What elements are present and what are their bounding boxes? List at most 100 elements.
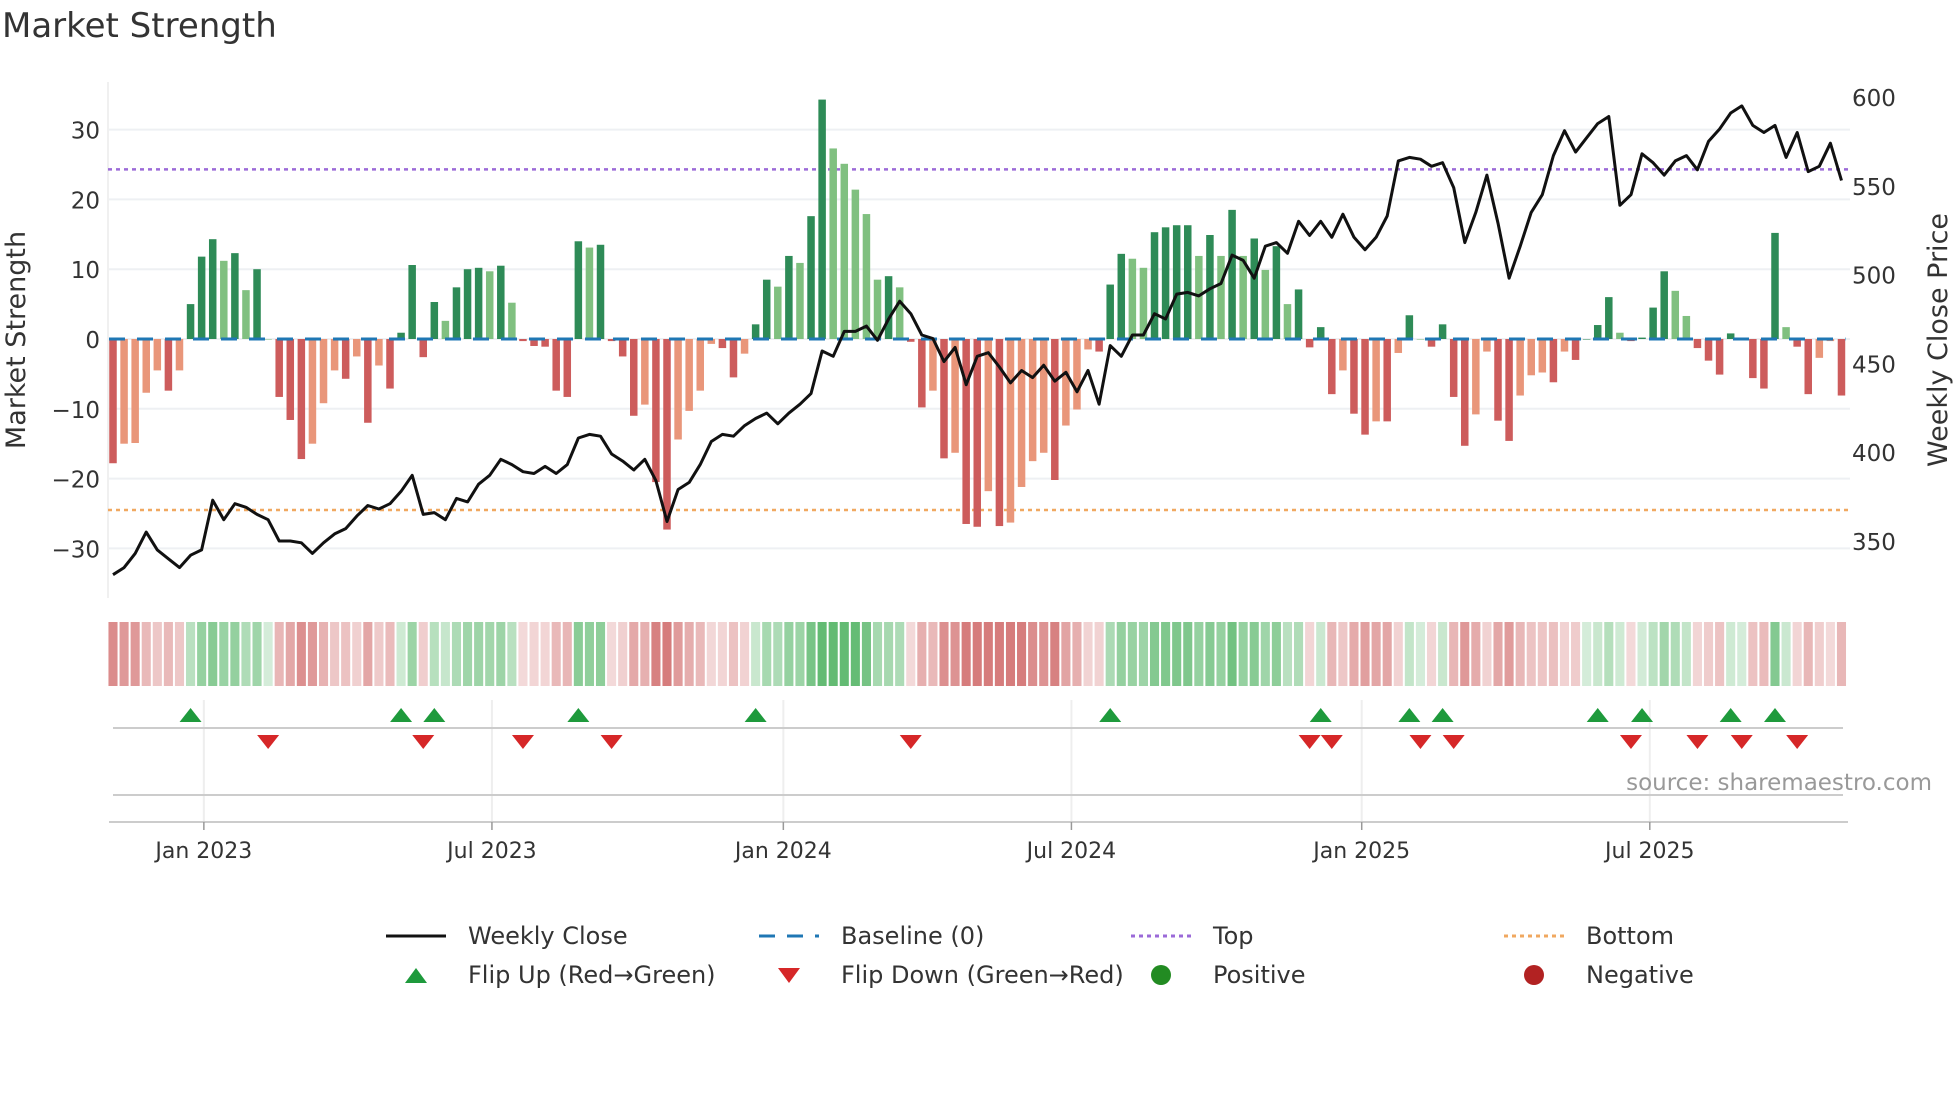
- y2-tick-label: 400: [1852, 441, 1896, 467]
- triangle-up-icon: [405, 968, 427, 983]
- heat-cell: [1161, 622, 1171, 686]
- strength-bar: [1715, 339, 1724, 375]
- heat-cell: [961, 622, 971, 686]
- strength-bar: [463, 269, 472, 339]
- heat-cell: [1526, 622, 1536, 686]
- flip-down-marker: [1442, 735, 1465, 749]
- heat-cell: [1050, 622, 1060, 686]
- heat-cell: [618, 622, 628, 686]
- heat-cell: [1127, 622, 1137, 686]
- strength-bar: [1660, 271, 1668, 339]
- strength-bar: [1593, 325, 1602, 339]
- y2-tick-label: 450: [1852, 352, 1896, 378]
- y-tick-label: 10: [71, 258, 100, 284]
- strength-bar: [1128, 258, 1137, 339]
- heat-cell: [762, 622, 772, 686]
- strength-bar: [1062, 339, 1070, 426]
- heat-cell: [1593, 622, 1603, 686]
- y-axis-title: Market Strength: [1, 231, 32, 449]
- strength-bar: [1560, 339, 1569, 352]
- dotted-line-orange-icon: [1504, 934, 1564, 938]
- heat-cell: [1349, 622, 1359, 686]
- y2-tick-label: 600: [1852, 86, 1896, 112]
- heat-cell: [1571, 622, 1581, 686]
- strength-bar: [1250, 238, 1258, 339]
- heat-cell: [1194, 622, 1204, 686]
- heat-cell: [1426, 622, 1437, 686]
- strength-bar: [563, 339, 572, 397]
- heat-cell: [1017, 622, 1027, 686]
- heat-cell: [186, 622, 196, 686]
- strength-bar: [1760, 339, 1768, 389]
- heat-cell: [906, 622, 916, 686]
- x-tick-label: Jul 2024: [1025, 839, 1117, 864]
- heat-cell: [1282, 622, 1293, 686]
- strength-bar: [1483, 339, 1491, 352]
- strength-bar: [574, 241, 583, 339]
- legend-flip-down: Flip Down (Green→Red): [759, 961, 1124, 989]
- heat-cell: [1327, 622, 1337, 686]
- heat-cell: [1138, 622, 1148, 686]
- heat-cell: [119, 622, 129, 686]
- strength-bar: [375, 339, 383, 366]
- strength-bar: [818, 99, 826, 339]
- strength-bar: [220, 260, 228, 339]
- flip-up-marker: [1309, 708, 1332, 722]
- strength-bar: [175, 339, 184, 371]
- heat-cell: [219, 622, 229, 686]
- y-tick-label: −30: [51, 537, 100, 563]
- strength-bar: [1006, 339, 1015, 523]
- strength-bar: [1549, 339, 1558, 383]
- strength-bar: [1804, 339, 1812, 395]
- heat-cell: [1028, 622, 1038, 686]
- heat-cell: [518, 622, 528, 686]
- strength-bar: [585, 247, 594, 339]
- heat-cell: [174, 622, 185, 686]
- legend-top: Top: [1131, 922, 1254, 950]
- strength-bar: [1195, 255, 1203, 339]
- strength-bar: [1017, 339, 1026, 487]
- heat-cell: [1460, 622, 1470, 686]
- y2-axis-title: Weekly Close Price: [1923, 213, 1954, 467]
- heat-cell: [1271, 622, 1281, 686]
- strength-bar: [1316, 327, 1325, 339]
- strength-bar: [497, 265, 505, 339]
- heat-cell: [1737, 622, 1747, 686]
- heat-cell: [994, 622, 1004, 686]
- strength-bar: [652, 339, 660, 483]
- heat-cell: [1316, 622, 1326, 686]
- flip-down-marker: [1786, 735, 1809, 749]
- strength-bar: [596, 244, 605, 339]
- heat-cell: [784, 622, 794, 686]
- legend-label: Top: [1213, 922, 1254, 950]
- heat-cell: [1582, 622, 1592, 686]
- strength-bar: [1184, 225, 1192, 339]
- flip-down-marker: [1320, 735, 1343, 749]
- strength-bar: [1161, 227, 1170, 339]
- heat-cell: [440, 622, 450, 686]
- strength-bar: [1328, 339, 1336, 395]
- flip-up-marker: [390, 708, 413, 722]
- heat-cell: [474, 622, 484, 686]
- strength-bar: [1527, 339, 1535, 376]
- heat-cell: [208, 622, 218, 686]
- flip-down-marker: [1619, 735, 1642, 749]
- strength-bar: [1505, 339, 1513, 441]
- legend-bottom: Bottom: [1504, 922, 1674, 950]
- legend-label: Weekly Close: [468, 922, 628, 950]
- heat-cell: [1748, 622, 1758, 686]
- heat-cell: [573, 622, 583, 686]
- heat-cell: [939, 622, 949, 686]
- strength-bar: [762, 279, 771, 339]
- heat-cell: [1360, 622, 1370, 686]
- legend-positive: Positive: [1131, 961, 1306, 989]
- strength-bar: [286, 339, 295, 420]
- heat-cell: [1770, 622, 1780, 686]
- triangle-down-icon: [778, 968, 800, 983]
- strength-bar: [1693, 339, 1702, 349]
- strength-bar: [1217, 255, 1225, 339]
- flip-down-marker: [1730, 735, 1753, 749]
- strength-bar: [441, 320, 450, 339]
- strength-bar: [674, 339, 682, 440]
- heat-cell: [485, 622, 495, 686]
